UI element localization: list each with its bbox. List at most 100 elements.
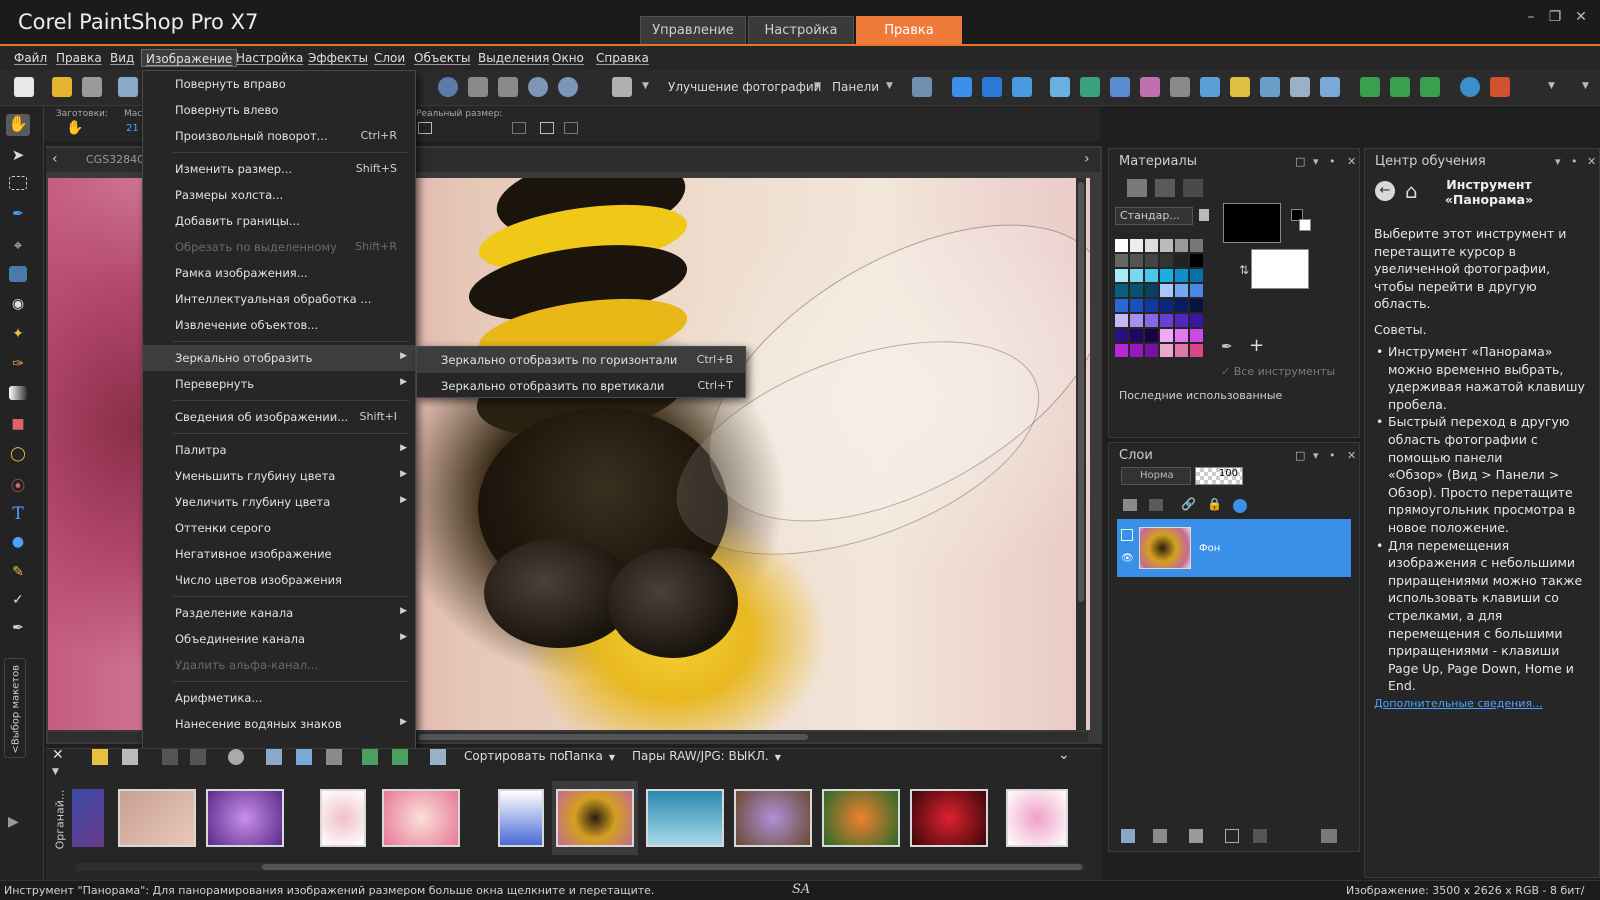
text-tool-icon[interactable]: T [6,504,30,526]
scrollbar-thumb[interactable] [1078,182,1084,602]
gallery-icon[interactable] [1290,77,1310,97]
color-swatch[interactable] [1145,284,1158,297]
photo-thumbnail[interactable] [1006,789,1068,847]
palette-icon[interactable] [1140,77,1160,97]
menu-item-canvas-size[interactable]: Размеры холста... [143,182,415,208]
photo-thumbnail[interactable] [910,789,988,847]
color-swatch[interactable] [1130,254,1143,267]
color-swatch[interactable] [1145,329,1158,342]
color-swatch[interactable] [1190,254,1203,267]
swap-colors-icon[interactable]: ⇅ [1239,263,1249,277]
close-icon[interactable]: ✕ [1347,155,1356,168]
layer-style-icon[interactable] [1121,829,1135,843]
color-swatch[interactable] [1160,344,1173,357]
fit-window-icon[interactable] [468,77,488,97]
menu-adjust[interactable]: Настройка [232,49,307,67]
menu-item-smart-carver[interactable]: Интеллектуальная обработка ... [143,286,415,312]
color-swatch[interactable] [1160,254,1173,267]
menu-item-palette[interactable]: Палитра ▶ [143,437,415,463]
color-swatch[interactable] [1115,269,1128,282]
all-tools-checkbox[interactable]: ✓ Все инструменты [1221,365,1335,378]
selection-tool-icon[interactable] [9,176,27,190]
eraser-tool-icon[interactable]: ■ [6,416,30,438]
gif-export-icon[interactable] [1390,77,1410,97]
color-swatch-grid[interactable] [1115,239,1207,374]
new-file-icon[interactable] [14,77,34,97]
photo-thumbnail[interactable] [118,789,196,847]
fill-tool-icon[interactable]: ◯ [6,446,30,468]
dropper-tool-icon[interactable]: ✒ [6,206,30,228]
shape-tool-icon[interactable]: ● [6,534,30,556]
tab-adjust[interactable]: Настройка [748,16,854,44]
share-icon[interactable] [1320,77,1340,97]
paste-icon[interactable] [612,77,632,97]
lock-icon[interactable]: 🔒 [1207,497,1222,511]
color-swatch[interactable] [1115,239,1128,252]
menu-selections[interactable]: Выделения [474,49,553,67]
delete-layer-icon[interactable] [1253,829,1267,843]
menu-image[interactable]: Изображение [141,49,238,67]
color-swatch[interactable] [1190,269,1203,282]
horizontal-scrollbar[interactable] [76,863,1084,871]
color-swatch[interactable] [1115,299,1128,312]
chevron-down-icon[interactable]: ▾ [1313,155,1319,168]
mesh-tool-icon[interactable]: ✒ [6,620,30,642]
chevron-left-icon[interactable]: ‹ [52,151,58,167]
color-swatch[interactable] [1130,314,1143,327]
color-swatch[interactable] [1160,269,1173,282]
info-icon[interactable] [438,77,458,97]
float-icon[interactable]: □ [1295,449,1305,462]
actual-size-icon[interactable] [418,122,432,134]
opacity-field[interactable]: 100 [1195,467,1243,485]
adjustment-layer-icon[interactable] [1153,829,1167,843]
globe-icon[interactable] [1233,499,1247,513]
pin-icon[interactable]: • [1329,449,1336,462]
photo-thumbnail[interactable] [206,789,284,847]
background-color-swatch[interactable] [1251,249,1309,289]
color-swatch[interactable] [1145,254,1158,267]
chevron-down-icon[interactable]: ▼ [642,81,649,91]
scrollbar-thumb[interactable] [262,864,1082,870]
document-title[interactable]: CGS32840 [86,153,144,166]
menu-item-mirror[interactable]: Зеркально отобразить ▶ [143,345,415,371]
zoom-in-icon[interactable] [558,77,578,97]
menu-effects[interactable]: Эффекты [304,49,372,67]
clone-tool-icon[interactable]: ✑ [6,356,30,378]
menu-item-increase-color-depth[interactable]: Увеличить глубину цвета ▶ [143,489,415,515]
dodge-tool-icon[interactable]: ⦿ [6,476,30,498]
color-wheel-icon[interactable] [1183,179,1203,197]
menu-item-watermarking[interactable]: Нанесение водяных знаков ▶ [143,711,415,737]
color-swatch[interactable] [1130,329,1143,342]
layer-icon[interactable] [1080,77,1100,97]
red-eye-tool-icon[interactable]: ◉ [6,296,30,318]
color-swatch[interactable] [1160,299,1173,312]
menu-view[interactable]: Вид [106,49,138,67]
color-swatch[interactable] [1175,239,1188,252]
color-swatch[interactable] [1175,284,1188,297]
foreground-color-swatch[interactable] [1223,203,1281,243]
brush-icon[interactable] [1490,77,1510,97]
color-swatch[interactable] [1175,299,1188,312]
color-swatch[interactable] [1130,284,1143,297]
tab-edit[interactable]: Правка [856,16,962,44]
color-swatch[interactable] [1190,329,1203,342]
color-swatch[interactable] [1115,284,1128,297]
photo-thumbnail[interactable] [320,789,366,847]
color-swatch[interactable] [1175,269,1188,282]
group-icon[interactable] [1225,829,1239,843]
menu-item-flip[interactable]: Перевернуть ▶ [143,371,415,397]
color-swatch[interactable] [1115,254,1128,267]
photo-thumbnail[interactable] [72,789,104,847]
invert-selection-icon[interactable] [1012,77,1032,97]
menu-item-picture-frame[interactable]: Рамка изображения... [143,260,415,286]
panels-dropdown[interactable]: Панели [832,80,879,94]
palette-options-icon[interactable] [1199,209,1209,221]
png-export-icon[interactable] [1420,77,1440,97]
menu-item-image-information[interactable]: Сведения об изображении... Shift+I [143,404,415,430]
chevron-down-icon[interactable]: ▼ [1548,81,1555,91]
layer-row[interactable]: 👁 Фон [1117,519,1351,577]
layer-properties-icon[interactable] [1321,829,1337,843]
effects-icon[interactable] [1110,77,1130,97]
crop-tool-icon[interactable]: ⌖ [6,236,30,258]
color-swatch[interactable] [1190,344,1203,357]
